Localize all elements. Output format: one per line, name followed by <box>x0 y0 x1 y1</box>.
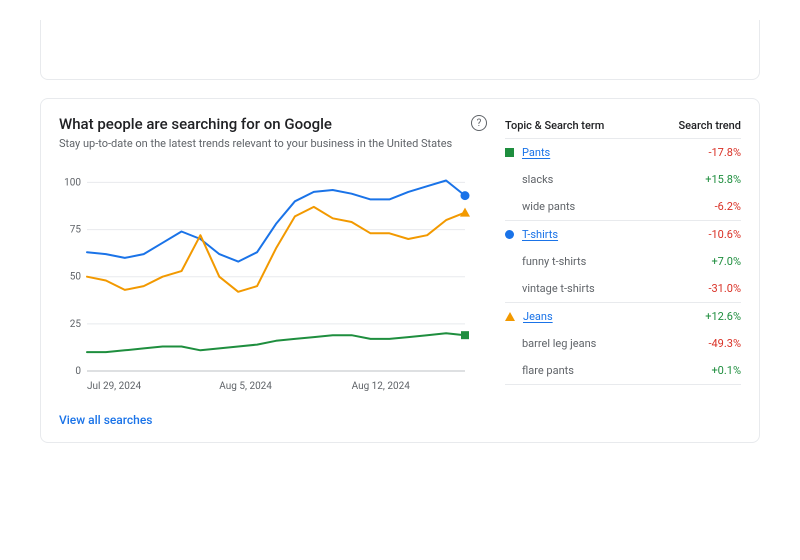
term-label: funny t-shirts <box>505 255 586 268</box>
chart-svg: 0 25 50 75 100 Jul 29, 2024 Aug 5, 2024 Aug 12,… <box>59 165 479 395</box>
svg-text:0: 0 <box>75 366 81 377</box>
view-all-searches-link[interactable]: View all searches <box>59 413 152 427</box>
pants-marker-icon <box>505 148 514 157</box>
trend-value: -17.8% <box>708 146 741 159</box>
previous-card-bottom <box>40 20 760 80</box>
topic-row: Jeans +12.6% <box>505 303 741 330</box>
trend-value: +15.8% <box>705 173 741 186</box>
tshirts-marker-icon <box>505 230 514 239</box>
col-header-trend: Search trend <box>678 119 741 132</box>
topic-group: T-shirts -10.6% funny t-shirts +7.0% vintage… <box>505 221 741 303</box>
trend-chart: 0 25 50 75 100 Jul 29, 2024 Aug 5, 2024 Aug 12,… <box>59 165 487 395</box>
topic-link[interactable]: T-shirts <box>522 228 558 241</box>
term-row: slacks +15.8% <box>505 166 741 193</box>
trend-value: +7.0% <box>711 255 741 268</box>
card-title: What people are searching for on Google <box>59 115 452 135</box>
svg-text:Aug 12, 2024: Aug 12, 2024 <box>352 381 411 392</box>
topic-table: Topic & Search term Search trend Pants -1… <box>505 115 741 395</box>
trend-value: +0.1% <box>711 364 741 377</box>
term-label: flare pants <box>505 364 574 377</box>
jeans-marker-icon <box>505 312 515 321</box>
term-row: flare pants +0.1% <box>505 357 741 384</box>
help-icon[interactable]: ? <box>471 115 487 131</box>
term-label: slacks <box>505 173 553 186</box>
trend-value: -6.2% <box>715 200 741 213</box>
trends-card: What people are searching for on Google … <box>40 98 760 443</box>
topic-group: Jeans +12.6% barrel leg jeans -49.3% flare p… <box>505 303 741 385</box>
card-subtitle: Stay up-to-date on the latest trends rel… <box>59 137 452 151</box>
term-row: wide pants -6.2% <box>505 193 741 220</box>
topic-link[interactable]: Jeans <box>523 310 553 323</box>
svg-text:25: 25 <box>70 319 82 330</box>
topic-row: Pants -17.8% <box>505 139 741 166</box>
topic-group: Pants -17.8% slacks +15.8% wide pants -6.2% <box>505 139 741 221</box>
term-row: barrel leg jeans -49.3% <box>505 330 741 357</box>
col-header-topic: Topic & Search term <box>505 119 604 132</box>
term-label: vintage t-shirts <box>505 282 595 295</box>
term-row: vintage t-shirts -31.0% <box>505 275 741 302</box>
topic-row: T-shirts -10.6% <box>505 221 741 248</box>
term-label: barrel leg jeans <box>505 337 596 350</box>
svg-text:Aug 5, 2024: Aug 5, 2024 <box>219 381 272 392</box>
trend-value: +12.6% <box>705 310 741 323</box>
trend-value: -49.3% <box>708 337 741 350</box>
term-label: wide pants <box>505 200 575 213</box>
term-row: funny t-shirts +7.0% <box>505 248 741 275</box>
trend-value: -31.0% <box>708 282 741 295</box>
svg-text:100: 100 <box>64 177 81 188</box>
svg-text:50: 50 <box>70 272 82 283</box>
topic-link[interactable]: Pants <box>522 146 550 159</box>
trend-value: -10.6% <box>708 228 741 241</box>
svg-text:75: 75 <box>70 224 82 235</box>
svg-text:Jul 29, 2024: Jul 29, 2024 <box>87 381 141 392</box>
